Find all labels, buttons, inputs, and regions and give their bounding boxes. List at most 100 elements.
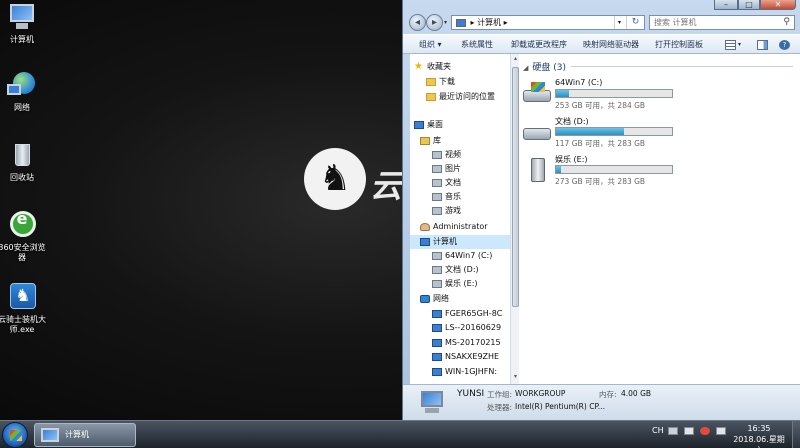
drive-usage-fill xyxy=(556,166,561,173)
maximize-button[interactable]: □ xyxy=(738,0,760,10)
group-divider xyxy=(571,66,793,67)
nav-network-computer[interactable]: FGER65GH-8C xyxy=(432,307,502,321)
search-input[interactable]: 搜索 计算机 ⚲ xyxy=(649,15,795,30)
navigation-pane: ★ 收藏夹 下载 最近访问的位置 桌面 库 视频 图片 文档 音乐 游戏 Admi… xyxy=(410,54,510,384)
nav-desktop[interactable]: 桌面 xyxy=(414,118,443,132)
search-icon: ⚲ xyxy=(783,17,790,27)
explorer-window: – □ ✕ ◂ ▸ ▾ ▸ 计算机 ▸ ▾ ↻ 搜索 计算机 ⚲ 组织 ▾ 系统… xyxy=(402,0,800,420)
start-button[interactable] xyxy=(2,422,28,448)
nav-network-computer[interactable]: LS--20160629 xyxy=(432,321,501,335)
workgroup-value: WORKGROUP xyxy=(515,389,566,398)
desktop-icon xyxy=(414,120,424,129)
nav-libraries[interactable]: 库 xyxy=(420,134,441,148)
computer-icon xyxy=(420,237,430,246)
drive-item-e[interactable]: 娱乐 (E:) 273 GB 可用，共 283 GB xyxy=(523,154,683,190)
nav-recent-places[interactable]: 最近访问的位置 xyxy=(426,90,495,104)
nav-label: 音乐 xyxy=(445,192,461,201)
view-dropdown-icon[interactable]: ▾ xyxy=(738,35,741,55)
recycle-bin-icon xyxy=(7,140,37,170)
nav-administrator[interactable]: Administrator xyxy=(420,220,488,234)
language-indicator[interactable]: CH xyxy=(652,426,664,435)
nav-label: 最近访问的位置 xyxy=(439,92,495,101)
forward-button[interactable]: ▸ xyxy=(426,14,443,31)
desktop-icon-recycle-bin[interactable]: 回收站 xyxy=(0,140,46,183)
desktop-icon-label: 云骑士装机大师.exe xyxy=(0,315,46,334)
back-button[interactable]: ◂ xyxy=(409,14,426,31)
nav-label: LS--20160629 xyxy=(445,323,502,332)
navigation-bar: ◂ ▸ ▾ ▸ 计算机 ▸ ▾ ↻ 搜索 计算机 ⚲ xyxy=(403,11,800,33)
library-icon xyxy=(420,136,430,145)
keyboard-icon[interactable] xyxy=(668,427,678,435)
breadcrumb-computer[interactable]: 计算机 xyxy=(477,18,501,27)
yunqishi-icon: ♞ xyxy=(7,282,37,312)
nav-label: Administrator xyxy=(433,222,488,231)
drive-item-d[interactable]: 文档 (D:) 117 GB 可用，共 283 GB xyxy=(523,116,683,152)
desktop-icon-network[interactable]: 网络 xyxy=(0,70,46,113)
nav-label: WIN-1GJHFN: xyxy=(445,367,498,376)
drive-free-space: 253 GB 可用，共 284 GB xyxy=(555,101,646,110)
help-icon[interactable]: ? xyxy=(779,40,790,50)
organize-button[interactable]: 组织 ▾ xyxy=(419,35,442,55)
search-placeholder: 搜索 计算机 xyxy=(654,18,697,27)
downloads-folder-icon xyxy=(426,77,436,86)
scrollbar-thumb[interactable] xyxy=(512,67,519,307)
close-button[interactable]: ✕ xyxy=(760,0,796,10)
change-view-icon[interactable] xyxy=(725,40,736,50)
nav-pictures[interactable]: 图片 xyxy=(432,162,461,176)
desktop-icon-yunqishi[interactable]: ♞ 云骑士装机大师.exe xyxy=(0,282,46,335)
clock[interactable]: 16:35 2018.06.星期六 xyxy=(730,423,788,448)
network-computer-icon xyxy=(432,338,442,347)
refresh-button[interactable]: ↻ xyxy=(626,16,644,29)
nav-music[interactable]: 音乐 xyxy=(432,190,461,204)
volume-icon[interactable] xyxy=(716,427,726,435)
hard-disks-group-header[interactable]: ◢ 硬盘 (3) xyxy=(523,60,566,73)
nav-label: 计算机 xyxy=(433,237,457,246)
nav-videos[interactable]: 视频 xyxy=(432,148,461,162)
nav-computer[interactable]: 计算机 xyxy=(410,235,510,249)
nav-drive-e[interactable]: 娱乐 (E:) xyxy=(432,277,478,291)
preview-pane-icon[interactable] xyxy=(757,40,768,50)
workgroup-label: 工作组: xyxy=(487,390,513,399)
navigation-scrollbar[interactable]: ▴ ▾ xyxy=(510,54,519,384)
usb-drive-icon xyxy=(432,279,442,288)
nav-drive-c[interactable]: 64Win7 (C:) xyxy=(432,249,492,263)
drive-item-c[interactable]: 64Win7 (C:) 253 GB 可用，共 284 GB xyxy=(523,78,683,114)
content-pane: ◢ 硬盘 (3) 64Win7 (C:) 253 GB 可用，共 284 GB 文… xyxy=(519,54,800,384)
desktop-icon-360-browser[interactable]: e 360安全浏览器 xyxy=(0,210,46,263)
map-network-drive-button[interactable]: 映射网络驱动器 xyxy=(583,35,639,55)
star-icon: ★ xyxy=(414,60,423,72)
minimize-button[interactable]: – xyxy=(714,0,738,10)
nav-games[interactable]: 游戏 xyxy=(432,204,461,218)
open-control-panel-button[interactable]: 打开控制面板 xyxy=(655,35,703,55)
nav-label: 文档 (D:) xyxy=(445,265,479,274)
system-drive-icon xyxy=(432,251,442,260)
organize-label: 组织 xyxy=(419,40,435,49)
notification-icon[interactable] xyxy=(700,427,710,435)
uninstall-program-button[interactable]: 卸载或更改程序 xyxy=(511,35,567,55)
drive-usage-fill xyxy=(556,90,569,97)
processor-label: 处理器: xyxy=(487,403,513,412)
nav-downloads[interactable]: 下载 xyxy=(426,75,455,89)
computer-icon xyxy=(7,2,37,32)
usb-drive-icon xyxy=(523,158,553,182)
breadcrumb-separator: ▸ xyxy=(470,18,475,27)
recent-pages-dropdown[interactable]: ▾ xyxy=(444,19,447,26)
taskbar-explorer-button[interactable]: 计算机 xyxy=(34,423,136,447)
drive-icon xyxy=(523,120,553,142)
show-desktop-button[interactable] xyxy=(792,421,800,448)
desktop-icon-computer[interactable]: 计算机 xyxy=(0,2,46,45)
group-header-label: 硬盘 (3) xyxy=(532,63,567,73)
nav-network-computer[interactable]: NSAKXE9ZHE xyxy=(432,350,499,364)
address-dropdown-button[interactable]: ▾ xyxy=(614,16,624,29)
network-tray-icon[interactable] xyxy=(684,427,694,435)
nav-documents[interactable]: 文档 xyxy=(432,176,461,190)
memory-value: 4.00 GB xyxy=(621,389,652,398)
details-pane: YUNSI 工作组: WORKGROUP 内存: 4.00 GB 处理器: In… xyxy=(403,384,800,420)
address-bar[interactable]: ▸ 计算机 ▸ ▾ ↻ xyxy=(451,15,645,30)
system-properties-button[interactable]: 系统属性 xyxy=(461,35,493,55)
nav-favorites[interactable]: ★ 收藏夹 xyxy=(414,60,451,74)
nav-network[interactable]: 网络 xyxy=(420,292,449,306)
nav-network-computer[interactable]: MS-20170215 xyxy=(432,336,501,350)
nav-drive-d[interactable]: 文档 (D:) xyxy=(432,263,479,277)
nav-network-computer[interactable]: WIN-1GJHFN: xyxy=(432,365,497,379)
